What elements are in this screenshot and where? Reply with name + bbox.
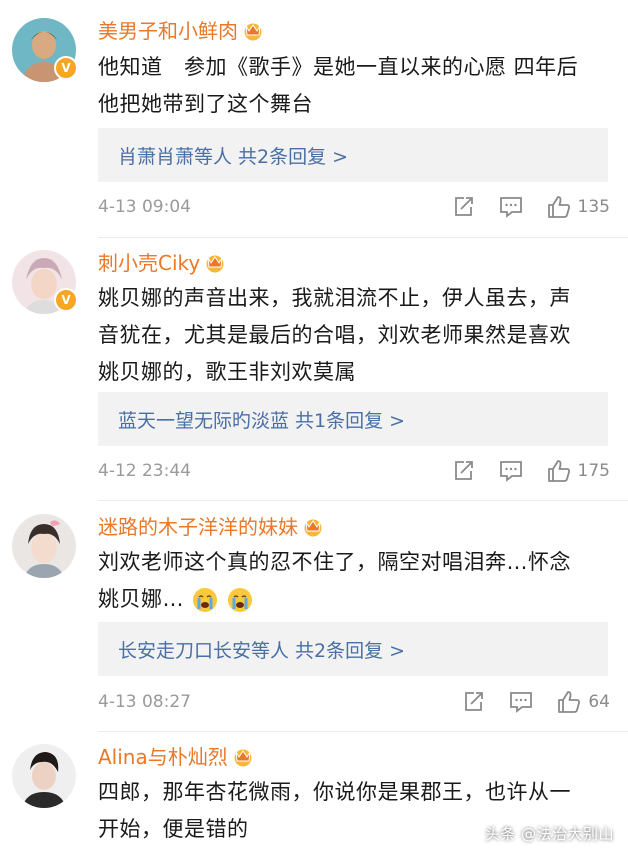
like-button[interactable]: 175: [546, 458, 610, 484]
divider: [98, 731, 628, 732]
comment-button[interactable]: [498, 459, 524, 483]
comment-meta: 4-13 09:04 135: [98, 193, 610, 221]
comment-icon: [510, 692, 533, 713]
comment-text: 姚贝娜的声音出来，我就泪流不止，伊人虽去，声 音犹在，尤其是最后的合唱，刘欢老师…: [98, 286, 571, 384]
comment-meta: 4-12 23:44 175: [98, 457, 610, 485]
share-icon: [454, 197, 473, 216]
crown-icon: [234, 749, 252, 767]
reply-names: 蓝天一望无际旳淡蓝: [118, 409, 290, 432]
crying-emoji: [228, 588, 253, 612]
comment-text: 他知道 参加《歌手》是她一直以来的心愿 四年后 他把她带到了这个舞台: [98, 55, 579, 116]
reply-summary-link[interactable]: 肖萧肖萧等人 共2条回复 >: [98, 128, 608, 182]
avatar-image: [12, 514, 76, 578]
verified-badge-icon: V: [54, 56, 78, 80]
comment-button[interactable]: [498, 195, 524, 219]
avatar[interactable]: V: [12, 18, 78, 82]
like-button[interactable]: 64: [556, 689, 610, 715]
share-button[interactable]: [452, 195, 476, 219]
verified-badge-icon: V: [54, 288, 78, 312]
timestamp: 4-12 23:44: [98, 461, 191, 481]
comment-text: 刘欢老师这个真的忍不住了，隔空对唱泪奔…怀念 姚贝娜…: [98, 550, 571, 612]
share-icon: [454, 461, 473, 480]
username[interactable]: 迷路的木子洋洋的妹妹: [98, 514, 324, 540]
username[interactable]: 美男子和小鲜肉: [98, 18, 264, 44]
crying-emoji: [193, 588, 218, 612]
like-count: 64: [588, 692, 610, 712]
timestamp: 4-13 08:27: [98, 692, 191, 712]
reply-summary-link[interactable]: 长安走刀口长安等人 共2条回复 >: [98, 622, 608, 676]
share-icon: [465, 692, 484, 711]
comment-meta: 4-13 08:27 64: [98, 688, 610, 716]
avatar[interactable]: [12, 744, 76, 808]
reply-count: 共2条回复 >: [295, 639, 406, 662]
like-button[interactable]: 135: [546, 194, 610, 220]
like-icon: [558, 691, 581, 713]
crown-icon: [206, 255, 224, 273]
share-button[interactable]: [462, 690, 486, 714]
watermark: 头条 @法治大别山: [484, 825, 614, 843]
avatar[interactable]: [12, 514, 76, 578]
divider: [98, 237, 628, 238]
avatar-image: [12, 744, 76, 808]
avatar[interactable]: V: [12, 250, 78, 314]
comment-icon: [499, 461, 522, 482]
like-icon: [547, 460, 570, 482]
reply-count: 共1条回复 >: [295, 409, 406, 432]
divider: [98, 500, 628, 501]
like-count: 175: [577, 461, 610, 481]
reply-names: 长安走刀口长安等人: [118, 639, 290, 662]
crown-icon: [304, 519, 322, 537]
comment-button[interactable]: [508, 690, 534, 714]
reply-names: 肖萧肖萧等人: [118, 145, 233, 168]
comment-icon: [499, 197, 522, 218]
username[interactable]: 刺小壳Ciky: [98, 250, 226, 276]
like-count: 135: [577, 197, 610, 217]
username[interactable]: Alina与朴灿烈: [98, 744, 254, 770]
reply-summary-link[interactable]: 蓝天一望无际旳淡蓝 共1条回复 >: [98, 392, 608, 446]
share-button[interactable]: [452, 459, 476, 483]
like-icon: [547, 196, 570, 218]
reply-count: 共2条回复 >: [238, 145, 349, 168]
crown-icon: [244, 23, 262, 41]
timestamp: 4-13 09:04: [98, 197, 191, 217]
